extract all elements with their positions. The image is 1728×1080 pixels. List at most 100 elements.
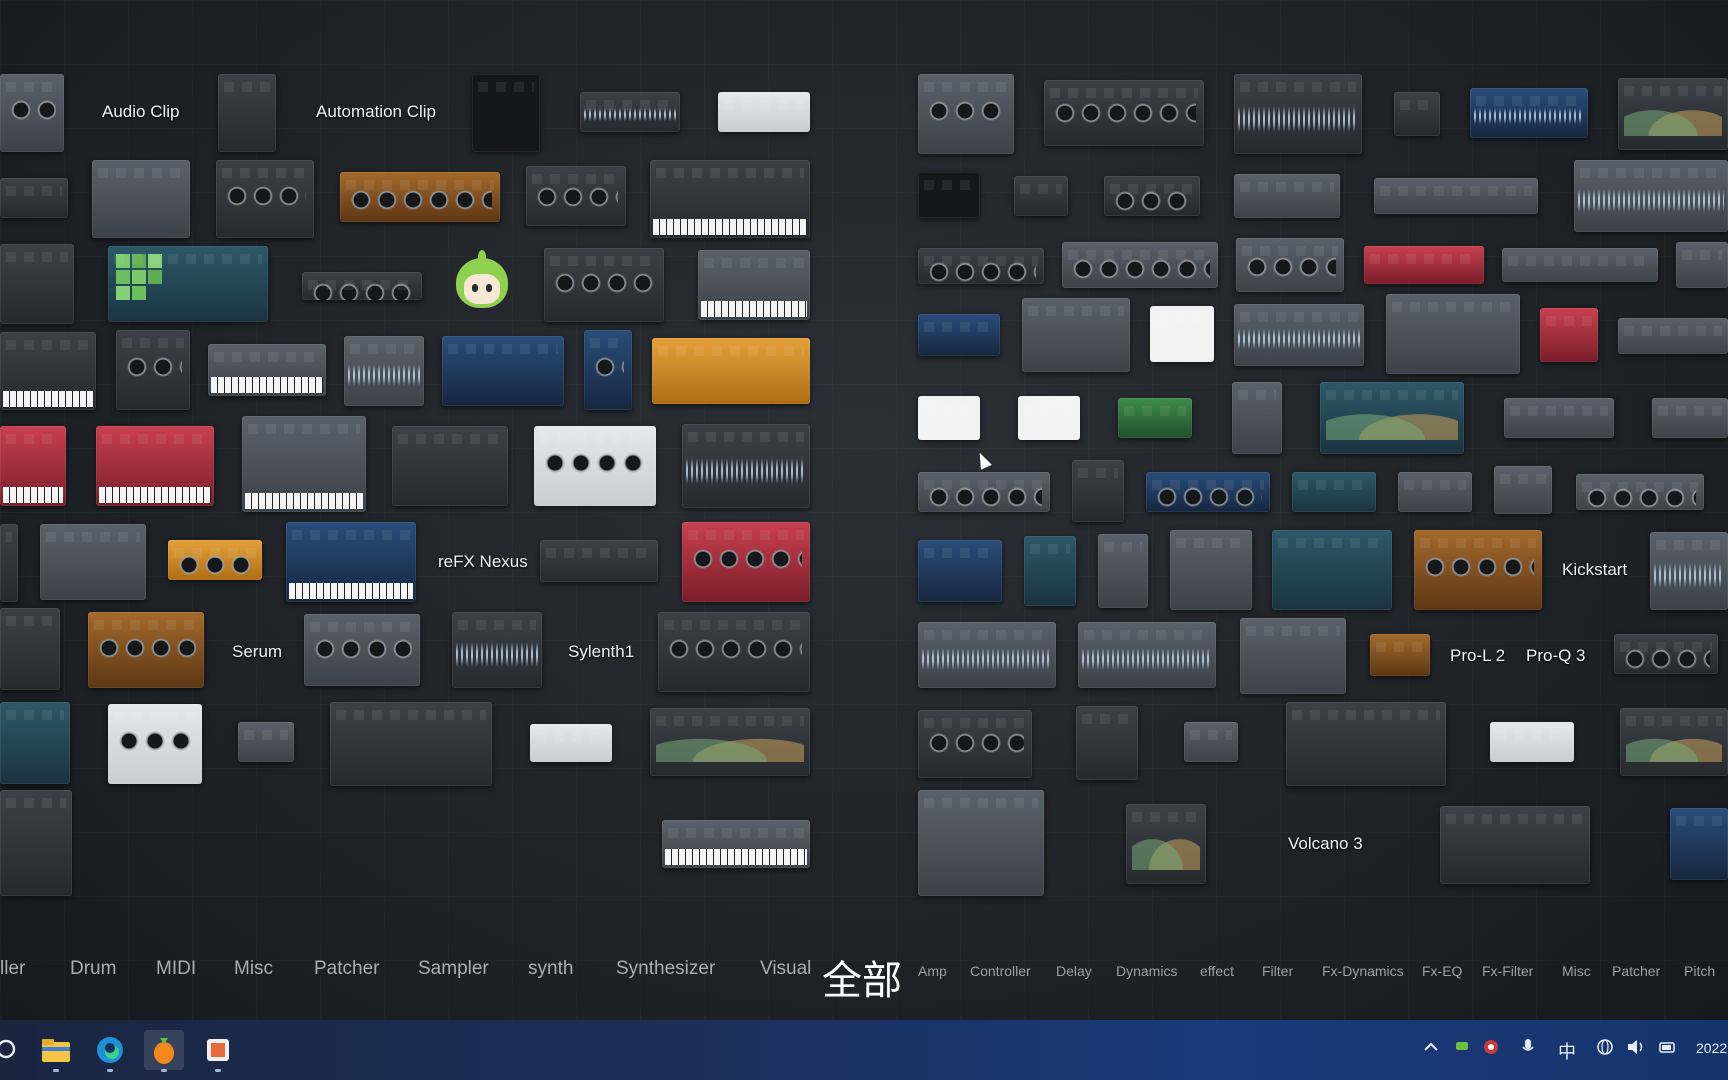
plugin-tile-fx-ar[interactable] — [1650, 532, 1728, 610]
plugin-tile-fx-ap[interactable] — [1170, 530, 1252, 610]
plugin-tile-gen-c[interactable] — [216, 160, 314, 238]
plugin-tile-fx-y[interactable] — [918, 396, 980, 440]
plugin-tile-beepmap[interactable] — [580, 92, 680, 132]
plugin-tile-fx-ba[interactable] — [1490, 722, 1574, 762]
plugin-tile-gen-j[interactable] — [208, 344, 326, 396]
plugin-tile-fx-b[interactable] — [1044, 80, 1204, 146]
plugin-tile-fx-ab[interactable] — [1232, 382, 1282, 454]
plugin-tile-gen-v[interactable] — [658, 612, 810, 692]
plugin-tile-gen-x[interactable] — [108, 704, 202, 784]
plugin-tile-fx-ai[interactable] — [1292, 472, 1376, 512]
plugin-tile-gen-l[interactable] — [584, 330, 632, 410]
search-icon[interactable] — [0, 1030, 26, 1070]
category-midi[interactable]: MIDI — [156, 958, 196, 980]
plugin-tile-gen-h[interactable] — [0, 332, 96, 410]
plugin-tile-audio-clip[interactable] — [218, 74, 276, 152]
category-pitch[interactable]: Pitch — [1684, 963, 1715, 979]
label-volcano3[interactable]: Volcano 3 — [1288, 834, 1363, 854]
category-sampler[interactable]: Sampler — [418, 958, 489, 980]
plugin-tile-fx-t[interactable] — [1150, 306, 1214, 362]
plugin-tile-gen-u[interactable] — [0, 608, 60, 690]
plugin-tile-video[interactable] — [442, 336, 564, 406]
plugin-tile-patcher[interactable] — [40, 524, 146, 600]
plugin-tile-fx-j[interactable] — [1234, 174, 1340, 218]
plugin-tile-serum[interactable] — [88, 612, 204, 688]
plugin-tile-fruity-mascot[interactable] — [452, 250, 512, 314]
plugin-tile-gen-aa[interactable] — [530, 724, 612, 762]
plugin-tile-fx-f[interactable] — [1618, 78, 1728, 150]
plugin-tile-fx-aw[interactable] — [918, 710, 1032, 778]
plugin-tile-3xosc[interactable] — [0, 74, 64, 152]
category-fx-dynamics[interactable]: Fx-Dynamics — [1322, 963, 1404, 979]
category-patcher[interactable]: Patcher — [314, 958, 379, 980]
microphone-icon[interactable] — [1520, 1038, 1536, 1061]
plugin-tile-fx-s[interactable] — [1022, 298, 1130, 372]
label-serum[interactable]: Serum — [232, 642, 282, 662]
ime-indicator[interactable]: 中 — [1558, 1038, 1576, 1064]
plugin-tile-fx-ay[interactable] — [1184, 722, 1238, 762]
plugin-tile-fx-aa[interactable] — [1118, 398, 1192, 438]
plugin-tile-gen-e[interactable] — [0, 244, 74, 324]
category-synthesizer[interactable]: Synthesizer — [616, 958, 715, 980]
plugin-tile-fx-l[interactable] — [1574, 160, 1728, 232]
category-delay[interactable]: Delay — [1056, 963, 1092, 979]
plugin-tile-refx-nexus[interactable] — [682, 522, 810, 602]
nvidia-icon[interactable] — [1454, 1038, 1470, 1059]
plugin-tile-gen-t[interactable] — [540, 540, 658, 582]
plugin-tile-fx-v[interactable] — [1386, 294, 1520, 374]
plugin-tile-gen-w[interactable] — [0, 702, 70, 784]
plugin-tile-drumaxx[interactable] — [544, 248, 664, 322]
plugin-tile-fx-i[interactable] — [1104, 176, 1200, 216]
plugin-tile-fx-an[interactable] — [1024, 536, 1076, 606]
plugin-tile-gen-b[interactable] — [92, 160, 190, 238]
plugin-tile-boobass[interactable] — [718, 92, 810, 132]
plugin-tile-fx-be[interactable] — [1440, 806, 1590, 884]
plugin-tile-fx-e[interactable] — [1470, 88, 1588, 138]
category-filter[interactable]: Filter — [1262, 963, 1293, 979]
plugin-tile-plucked[interactable] — [168, 540, 262, 580]
plugin-tile-fl-keys[interactable] — [526, 166, 626, 226]
plugin-tile-fx-m[interactable] — [1062, 242, 1218, 288]
plugin-tile-gen-i[interactable] — [116, 330, 190, 410]
plugin-tile-fx-av[interactable] — [1614, 634, 1718, 674]
plugin-tile-fx-au[interactable] — [1240, 618, 1346, 694]
label-automation-clip[interactable]: Automation Clip — [316, 102, 436, 122]
fl-studio-icon[interactable] — [144, 1030, 184, 1072]
category-synth[interactable]: synth — [528, 958, 573, 980]
system-clock[interactable]: 2022 — [1696, 1040, 1727, 1056]
plugin-tile-fx-bd[interactable] — [1126, 804, 1206, 884]
plugin-tile-gen-m[interactable] — [0, 426, 66, 506]
plugin-tile-fx-w[interactable] — [1540, 308, 1598, 362]
plugin-tile-gen-y[interactable] — [238, 722, 294, 762]
category-controller[interactable]: Controller — [970, 963, 1031, 979]
label-pro-q3[interactable]: Pro-Q 3 — [1526, 646, 1586, 666]
plugin-tile-fx-x[interactable] — [1618, 318, 1728, 354]
category-patcher-fx[interactable]: Patcher — [1612, 963, 1660, 979]
plugin-tile-fx-n[interactable] — [1236, 238, 1344, 292]
plugin-tile-sylenth1[interactable] — [452, 612, 542, 688]
category-misc[interactable]: Misc — [234, 958, 273, 980]
category-misc-fx[interactable]: Misc — [1562, 963, 1591, 979]
plugin-tile-gen-ac[interactable] — [0, 790, 72, 896]
plugin-tile-fx-ax[interactable] — [1076, 706, 1138, 780]
plugin-tile-fx-am[interactable] — [918, 540, 1002, 602]
category-dynamics[interactable]: Dynamics — [1116, 963, 1177, 979]
plugin-tile-gen-d[interactable] — [340, 172, 500, 222]
plugin-tile-gms[interactable] — [652, 338, 810, 404]
plugin-tile-fpc-seq[interactable] — [650, 160, 810, 238]
plugin-tile-fx-o[interactable] — [1364, 246, 1484, 284]
plugin-tile-sytrus[interactable] — [304, 614, 420, 686]
label-refx-nexus[interactable]: reFX Nexus — [438, 552, 528, 572]
plugin-tile-gen-q[interactable] — [682, 424, 810, 508]
category-effect[interactable]: effect — [1200, 963, 1234, 979]
plugin-tile-gen-o[interactable] — [392, 426, 508, 506]
plugin-tile-fx-h[interactable] — [1014, 176, 1068, 216]
label-audio-clip[interactable]: Audio Clip — [102, 102, 180, 122]
plugin-tile-gen-a[interactable] — [0, 178, 68, 218]
volume-icon[interactable] — [1626, 1038, 1646, 1061]
plugin-tile-gen-n[interactable] — [242, 416, 366, 512]
label-kickstart[interactable]: Kickstart — [1562, 560, 1627, 580]
chevron-up-icon[interactable] — [1422, 1038, 1440, 1061]
plugin-tile-fx-g[interactable] — [918, 172, 980, 218]
plugin-tile-fruity-delay[interactable] — [918, 248, 1044, 284]
